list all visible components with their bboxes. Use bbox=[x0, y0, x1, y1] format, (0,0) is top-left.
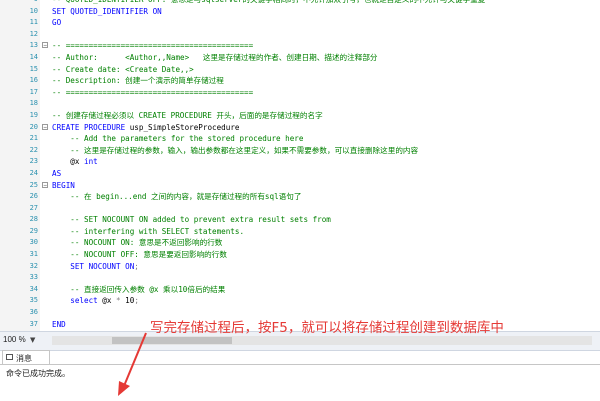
annotation-arrow-icon bbox=[118, 332, 147, 396]
